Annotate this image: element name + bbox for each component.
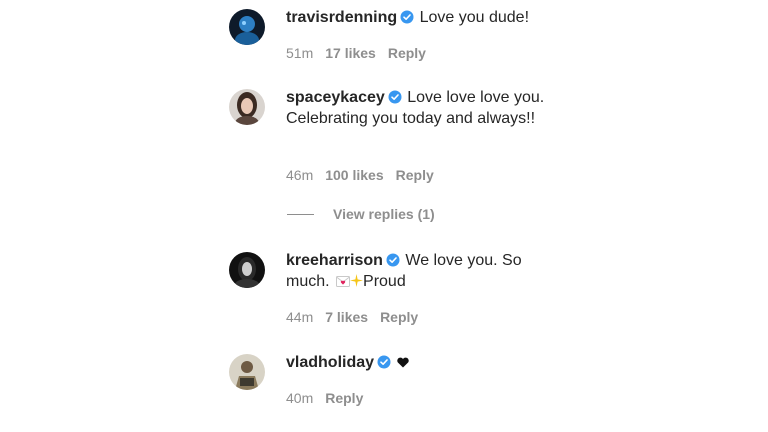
comment-meta: 51m 17 likes Reply: [286, 45, 438, 61]
sparkles-icon: [350, 272, 364, 287]
comment-text-after: Proud: [363, 273, 406, 290]
comment-body: kreeharrison We love you. So much. Proud: [286, 250, 556, 292]
likes-count[interactable]: 100 likes: [325, 167, 383, 183]
avatar[interactable]: [229, 89, 265, 125]
timestamp[interactable]: 44m: [286, 309, 313, 325]
black-heart-icon: [396, 357, 410, 368]
timestamp[interactable]: 46m: [286, 167, 313, 183]
avatar[interactable]: [229, 9, 265, 45]
verified-badge-icon: [386, 253, 400, 267]
replies-divider: [287, 213, 314, 215]
comment-meta: 46m 100 likes Reply: [286, 167, 446, 183]
timestamp[interactable]: 51m: [286, 45, 313, 61]
reply-button[interactable]: Reply: [325, 390, 363, 406]
verified-badge-icon: [388, 90, 402, 104]
username[interactable]: spaceykacey: [286, 89, 385, 106]
verified-badge-icon: [377, 355, 391, 369]
love-letter-icon: [336, 272, 351, 287]
reply-button[interactable]: Reply: [380, 309, 418, 325]
username[interactable]: travisrdenning: [286, 9, 397, 26]
avatar[interactable]: [229, 252, 265, 288]
username[interactable]: vladholiday: [286, 354, 374, 371]
verified-badge-icon: [400, 10, 414, 24]
view-replies-label: View replies (1): [333, 206, 435, 222]
likes-count[interactable]: 17 likes: [325, 45, 376, 61]
comment-meta: 40m Reply: [286, 390, 375, 406]
reply-button[interactable]: Reply: [388, 45, 426, 61]
view-replies-button[interactable]: View replies (1): [287, 206, 435, 222]
comment-text: Love you dude!: [419, 9, 530, 26]
reply-button[interactable]: Reply: [396, 167, 434, 183]
comment-meta: 44m 7 likes Reply: [286, 309, 430, 325]
avatar[interactable]: [229, 354, 265, 390]
username[interactable]: kreeharrison: [286, 252, 383, 269]
comment-body: vladholiday: [286, 352, 556, 373]
comment-body: travisrdenning Love you dude!: [286, 7, 556, 28]
comment-body: spaceykacey Love love love you. Celebrat…: [286, 87, 556, 129]
likes-count[interactable]: 7 likes: [325, 309, 368, 325]
timestamp[interactable]: 40m: [286, 390, 313, 406]
